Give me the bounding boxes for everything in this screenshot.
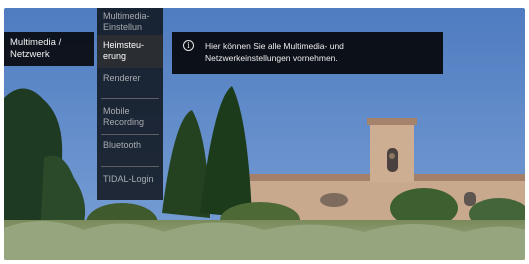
main-menu-label-line1: Multimedia / <box>10 37 62 48</box>
submenu-item-label: Einstellun <box>103 22 143 32</box>
submenu-item-bluetooth[interactable]: Bluetooth <box>97 140 163 151</box>
submenu-divider <box>101 166 159 167</box>
submenu-item-label: Renderer <box>103 73 141 83</box>
info-text: Hier können Sie alle Multimedia- und Net… <box>205 40 437 64</box>
submenu-item-label: Recording <box>103 117 145 127</box>
submenu-item-mobile-recording[interactable]: Mobile Recording <box>97 106 163 128</box>
main-menu-label-line2: Netzwerk <box>10 49 50 60</box>
submenu-item-label: Heimsteu- <box>103 40 145 50</box>
submenu-item-heimsteuerung[interactable]: Heimsteu- erung <box>97 35 163 68</box>
info-text-line2: Netzwerkeinstellungen vornehmen. <box>205 53 338 63</box>
info-text-line1: Hier können Sie alle Multimedia- und <box>205 41 344 51</box>
info-icon: i <box>183 40 194 51</box>
info-tooltip: i Hier können Sie alle Multimedia- und N… <box>172 32 443 74</box>
submenu-item-label: Multimedia- <box>103 11 150 21</box>
submenu-divider <box>101 134 159 135</box>
submenu-item-label: Mobile <box>103 106 130 116</box>
submenu-panel: Multimedia- Einstellun Heimsteu- erung R… <box>97 8 163 200</box>
submenu-item-label: erung <box>103 51 127 61</box>
submenu-divider <box>101 98 159 99</box>
submenu-item-multimedia-einstellungen[interactable]: Multimedia- Einstellun <box>97 11 163 33</box>
submenu-item-renderer[interactable]: Renderer <box>97 73 163 84</box>
submenu-item-label: TIDAL-Login <box>103 174 154 184</box>
submenu-item-tidal-login[interactable]: TIDAL-Login <box>97 174 163 185</box>
submenu-item-label: Bluetooth <box>103 140 142 150</box>
main-menu-item-multimedia-netzwerk[interactable]: Multimedia / Netzwerk <box>4 32 94 66</box>
